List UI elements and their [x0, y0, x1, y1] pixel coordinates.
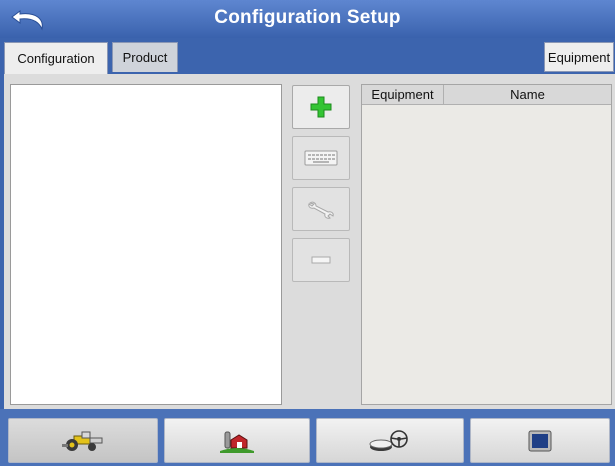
nav-farm-setup[interactable]: [164, 418, 310, 463]
app-window: Configuration Setup Configuration Produc…: [0, 0, 615, 466]
minus-icon: [311, 256, 331, 264]
tab-equipment[interactable]: Equipment: [544, 42, 614, 72]
nav-gps-guidance[interactable]: [316, 418, 464, 463]
keyboard-icon: [304, 150, 338, 166]
table-header: Equipment Name: [362, 85, 611, 105]
bottom-nav-bar: [0, 409, 615, 466]
tab-product[interactable]: Product: [112, 42, 178, 72]
remove-button[interactable]: [292, 238, 350, 282]
nav-equipment-setup[interactable]: [8, 418, 158, 463]
farm-icon: [220, 431, 254, 453]
add-plus-icon: [310, 96, 332, 118]
display-icon: [528, 430, 552, 451]
tractor-icon: [62, 431, 103, 451]
page-title: Configuration Setup: [214, 7, 401, 28]
tab-configuration[interactable]: Configuration: [4, 42, 108, 74]
wrench-icon: [308, 201, 334, 219]
column-header-name[interactable]: Name: [444, 85, 611, 104]
keyboard-button[interactable]: [292, 136, 350, 180]
add-button[interactable]: [292, 85, 350, 129]
title-bar: Configuration Setup: [0, 0, 615, 38]
main-panel: Equipment Name: [4, 74, 615, 409]
wrench-button[interactable]: [292, 187, 350, 231]
equipment-table: Equipment Name: [361, 84, 612, 405]
gps-steering-icon: [369, 429, 408, 451]
configuration-list[interactable]: [10, 84, 282, 405]
nav-display-settings[interactable]: [470, 418, 610, 463]
column-header-equipment[interactable]: Equipment: [362, 85, 444, 104]
